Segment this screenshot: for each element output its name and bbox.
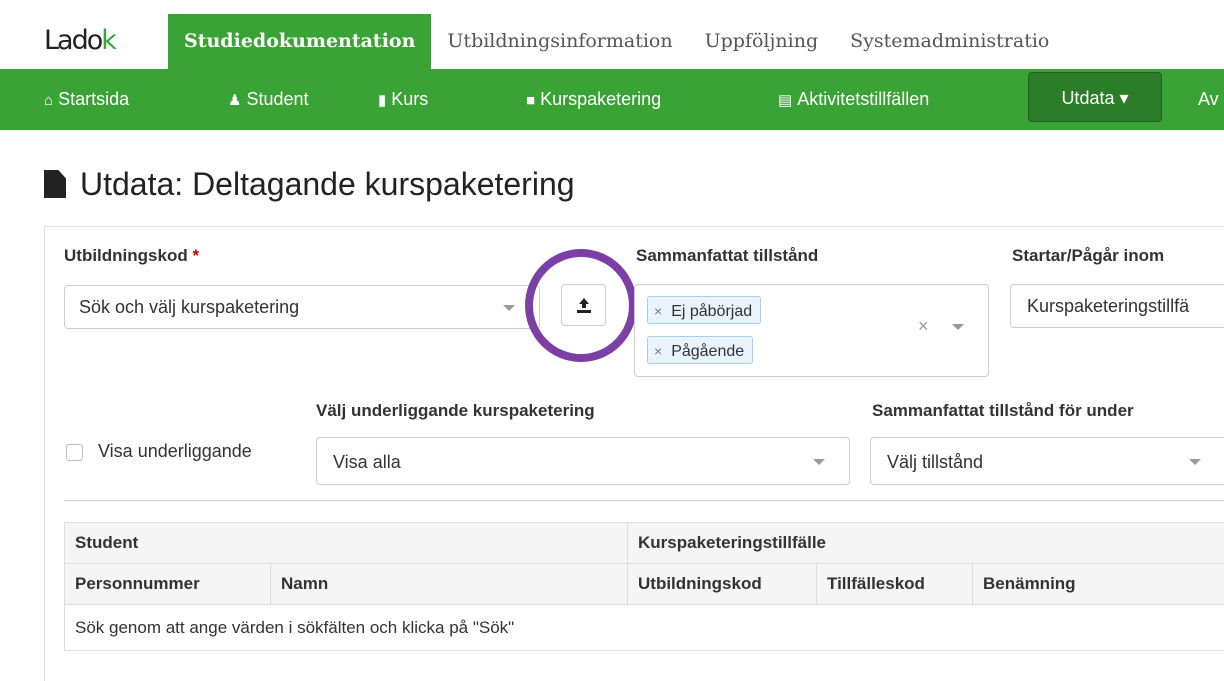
utbildningskod-label-text: Utbildningskod — [64, 246, 188, 265]
chevron-down-icon — [813, 459, 825, 465]
main-nav-studiedokumentation[interactable]: Studiedokumentation — [168, 14, 432, 69]
column-header-benamning[interactable]: Benämning — [972, 563, 1224, 605]
subnav-item-kurspaketering[interactable]: ■ Kurspaketering — [526, 69, 661, 130]
chevron-down-icon: ▾ — [1119, 88, 1129, 108]
user-icon: ♟ — [228, 92, 242, 109]
home-icon: ⌂ — [44, 92, 54, 109]
tillstand-under-label: Sammanfattat tillstånd för under — [872, 401, 1134, 420]
tillstand-under-placeholder: Välj tillstånd — [887, 452, 984, 472]
column-header-personnummer[interactable]: Personnummer — [64, 563, 271, 605]
starts-select[interactable]: Kurspaketeringstillfä — [1010, 284, 1224, 328]
subnav-item-aktivitetstillfallen[interactable]: ▤ Aktivitetstillfällen — [778, 69, 929, 130]
clear-selection-icon[interactable]: × — [918, 316, 929, 337]
tillstand-label: Sammanfattat tillstånd — [636, 246, 819, 265]
chevron-down-icon — [503, 305, 515, 311]
divider — [64, 500, 1224, 501]
page-title: Utdata: Deltagande kurspaketering — [44, 162, 575, 206]
highlight-circle — [525, 249, 637, 362]
chevron-down-icon — [952, 324, 964, 330]
table-header-row: Personnummer Namn Utbildningskod Tillfäl… — [64, 563, 1224, 605]
page-title-text: Utdata: Deltagande kurspaketering — [80, 166, 575, 202]
utbildningskod-select[interactable]: Sök och välj kurspaketering — [64, 285, 540, 329]
subnav-item-kurs[interactable]: ▮ Kurs — [378, 69, 428, 130]
subnav-label: Kurspaketering — [540, 89, 662, 109]
logo-text: Ladok — [44, 25, 117, 56]
tag-label: Ej påbörjad — [671, 303, 753, 320]
book-icon: ▮ — [378, 92, 387, 109]
required-mark: * — [192, 246, 200, 265]
starts-value: Kurspaketeringstillfä — [1027, 296, 1190, 316]
visa-underliggande-checkbox[interactable] — [66, 444, 83, 461]
utbildningskod-placeholder: Sök och välj kurspaketering — [79, 297, 300, 317]
logo-mark: k — [101, 25, 117, 56]
main-nav: Studiedokumentation Utbildningsinformati… — [168, 14, 1065, 69]
starts-label: Startar/Pågår inom — [1012, 246, 1165, 265]
underliggande-value: Visa alla — [333, 452, 401, 472]
group-header-student: Student — [64, 522, 628, 564]
subnav-item-startsida[interactable]: ⌂ Startsida — [44, 69, 129, 130]
calendar-icon: ▤ — [778, 92, 793, 109]
main-nav-uppfoljning[interactable]: Uppföljning — [689, 14, 835, 69]
subnav-label: Aktivitetstillfällen — [797, 89, 930, 109]
ladok-logo[interactable]: Ladok — [44, 24, 117, 58]
underliggande-label: Välj underliggande kurspaketering — [316, 401, 595, 420]
column-header-utbildningskod[interactable]: Utbildningskod — [627, 563, 817, 605]
tag-pagaende[interactable]: × Pågående — [647, 336, 754, 364]
tag-label: Pågående — [671, 343, 745, 360]
main-nav-systemadministration[interactable]: Systemadministratio — [834, 14, 1065, 69]
underliggande-select[interactable]: Visa alla — [316, 437, 850, 485]
subnav-label: Startsida — [58, 89, 130, 109]
subnav-label: Kurs — [391, 89, 429, 109]
main-nav-utbildningsinformation[interactable]: Utbildningsinformation — [431, 14, 688, 69]
column-header-tillfalleskod[interactable]: Tillfälleskod — [816, 563, 973, 605]
table-group-header-row: Student Kurspaketeringstillfälle — [64, 522, 1224, 564]
chevron-down-icon — [1189, 459, 1201, 465]
subnav-overflow-item[interactable]: Av — [1198, 69, 1219, 130]
visa-underliggande-label: Visa underliggande — [98, 441, 252, 461]
top-header: Ladok Studiedokumentation Utbildningsinf… — [0, 0, 1224, 69]
utdata-dropdown-button[interactable]: Utdata ▾ — [1028, 72, 1162, 122]
subnav-item-student[interactable]: ♟ Student — [228, 69, 309, 130]
subnav-label: Student — [246, 89, 309, 109]
utbildningskod-label: Utbildningskod * — [64, 246, 199, 266]
results-table: Student Kurspaketeringstillfälle Personn… — [64, 522, 1224, 651]
tag-remove-icon[interactable]: × — [654, 303, 662, 319]
tag-remove-icon[interactable]: × — [654, 343, 662, 359]
table-row: Sök genom att ange värden i sökfälten oc… — [64, 604, 1224, 651]
folder-icon: ■ — [526, 92, 536, 109]
document-icon — [44, 170, 66, 198]
utdata-label: Utdata — [1061, 88, 1115, 108]
group-header-kurspaketeringstillfalle: Kurspaketeringstillfälle — [627, 522, 1224, 564]
empty-message: Sök genom att ange värden i sökfälten oc… — [64, 604, 1224, 651]
column-header-namn[interactable]: Namn — [270, 563, 628, 605]
tag-ej-paborjad[interactable]: × Ej påbörjad — [647, 296, 762, 324]
tillstand-under-select[interactable]: Välj tillstånd — [870, 437, 1224, 485]
